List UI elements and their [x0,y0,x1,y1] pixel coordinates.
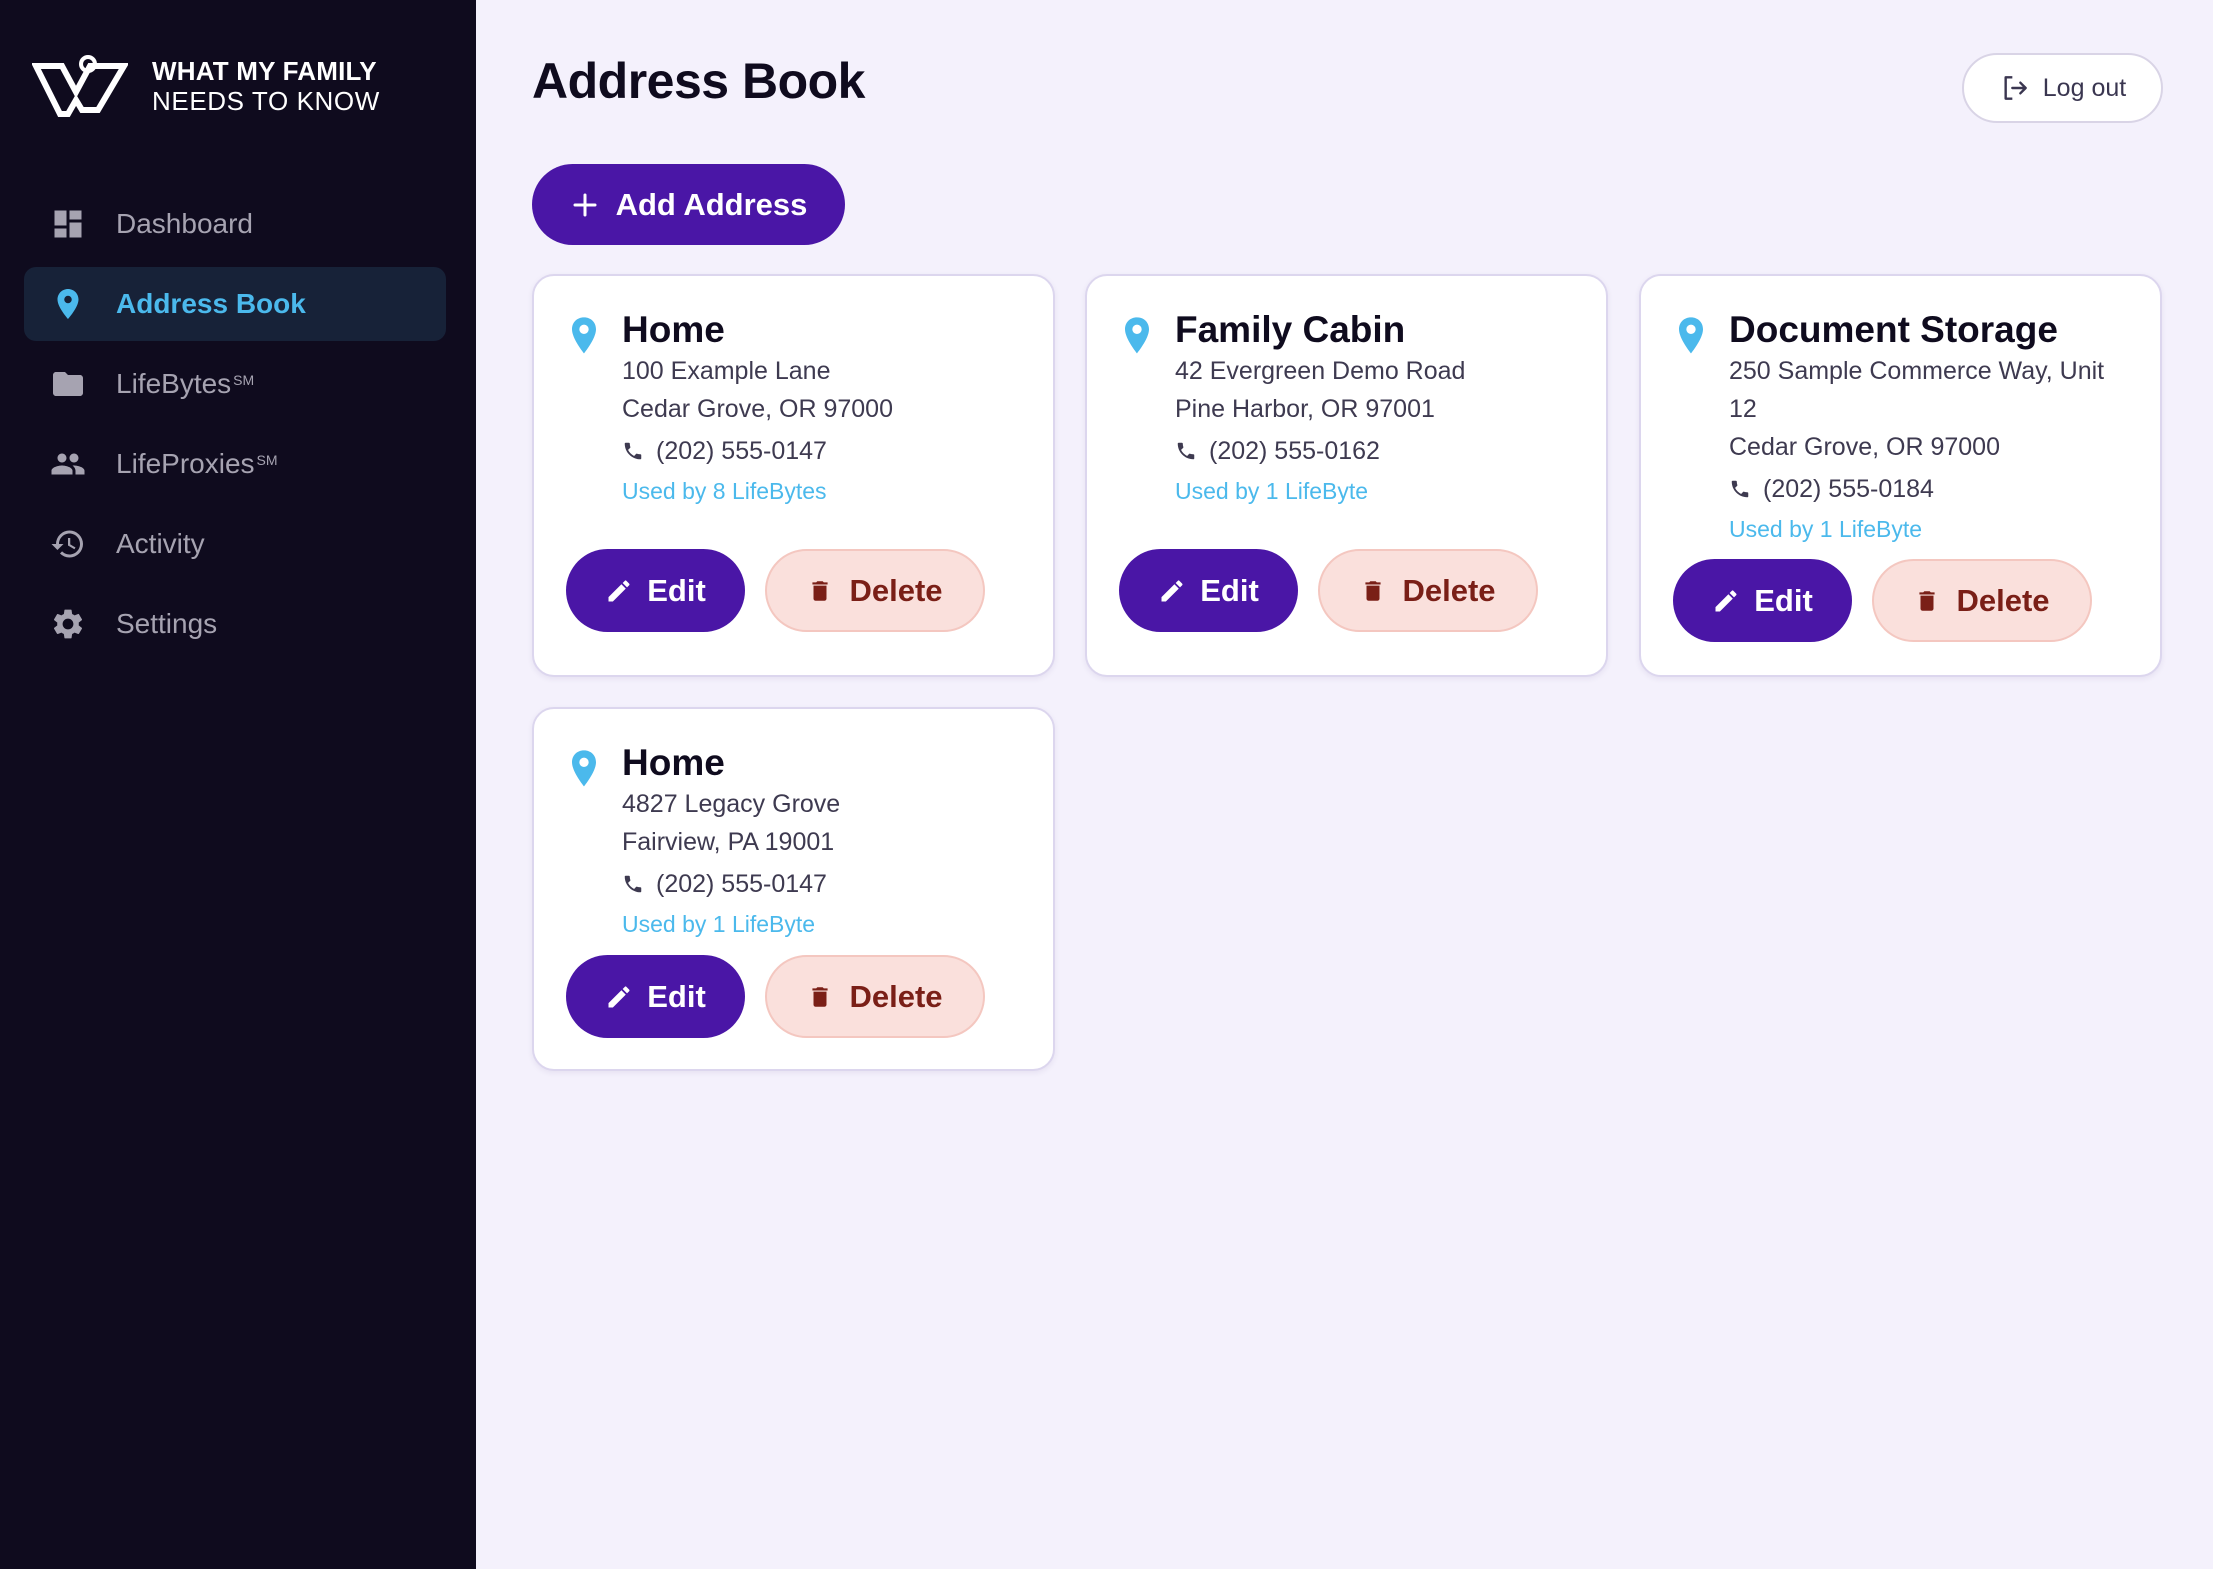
delete-button[interactable]: Delete [765,955,985,1038]
sidebar-item-lifeproxies[interactable]: LifeProxies SM [24,427,446,501]
sidebar-item-activity[interactable]: Activity [24,507,446,581]
card-actions: Edit Delete [566,955,985,1038]
address-name: Home [622,742,725,783]
trash-icon [1365,580,1382,601]
sidebar-nav: Dashboard Address Book LifeBytes SM LifeP… [24,187,446,667]
edit-label: Edit [647,572,706,608]
card-actions: Edit Delete [1673,559,2092,642]
edit-button[interactable]: Edit [566,955,745,1038]
delete-button[interactable]: Delete [765,549,985,632]
delete-label: Delete [849,572,943,608]
location-pin-icon [50,286,86,322]
address-card: Family Cabin 42 Evergreen Demo Road Pine… [1085,274,1608,677]
sidebar-item-label: LifeBytes [116,368,232,399]
phone-icon [624,442,642,460]
logout-icon [2004,76,2027,100]
location-pin-icon [572,750,596,787]
address-phone: (202) 555-0162 [1175,430,1586,472]
brand-name-line1: WHAT MY FAMILY [152,56,377,86]
phone-icon [1177,442,1195,460]
phone-number: (202) 555-0147 [656,437,827,465]
sidebar-item-label: Settings [116,608,218,639]
phone-icon [1731,480,1749,498]
phone-number: (202) 555-0147 [656,870,827,898]
service-mark: SM [256,452,278,468]
address-name: Family Cabin [1175,309,1406,350]
address-line: Pine Harbor, OR 97001 [1175,395,1435,423]
add-address-button[interactable]: Add Address [532,164,845,245]
delete-label: Delete [849,978,943,1014]
logout-button[interactable]: Log out [1962,53,2163,123]
trash-icon [812,986,829,1007]
address-phone: (202) 555-0184 [1729,468,2140,510]
dashboard-icon [50,206,86,242]
sidebar-item-label: Dashboard [116,208,253,239]
sidebar: WHAT MY FAMILY NEEDS TO KNOW Dashboard A… [0,0,476,1569]
phone-number: (202) 555-0184 [1763,475,1934,503]
sidebar-item-lifebytes[interactable]: LifeBytes SM [24,347,446,421]
service-mark: SM [233,372,255,388]
delete-label: Delete [1956,582,2050,618]
delete-button[interactable]: Delete [1872,559,2092,642]
brand-logo[interactable]: WHAT MY FAMILY NEEDS TO KNOW [32,54,380,118]
edit-button[interactable]: Edit [1673,559,1852,642]
address-line: 4827 Legacy Grove [622,790,841,818]
used-by-link[interactable]: Used by 1 LifeByte [1175,472,1586,510]
pencil-icon [608,985,630,1007]
trash-icon [812,580,829,601]
sidebar-item-label: LifeProxies [116,448,255,479]
gear-icon [50,606,86,642]
address-line: Cedar Grove, OR 97000 [1729,433,2000,461]
pencil-icon [1715,589,1737,611]
delete-button[interactable]: Delete [1318,549,1538,632]
sidebar-item-settings[interactable]: Settings [24,587,446,661]
used-by-link[interactable]: Used by 1 LifeByte [622,905,1033,943]
address-card: Home 100 Example Lane Cedar Grove, OR 97… [532,274,1055,677]
history-icon [50,526,86,562]
address-line: 250 Sample Commerce Way, Unit [1729,357,2105,385]
address-phone: (202) 555-0147 [622,863,1033,905]
address-line: 42 Evergreen Demo Road [1175,357,1466,385]
edit-label: Edit [1200,572,1259,608]
page-title: Address Book [532,53,865,109]
sidebar-item-dashboard[interactable]: Dashboard [24,187,446,261]
add-address-label: Add Address [615,186,808,222]
address-name: Home [622,309,725,350]
address-name: Document Storage [1729,309,2058,350]
used-by-link[interactable]: Used by 8 LifeBytes [622,472,1033,510]
delete-label: Delete [1402,572,1496,608]
address-line: 100 Example Lane [622,357,831,385]
phone-number: (202) 555-0162 [1209,437,1380,465]
brand-name-line2: NEEDS TO KNOW [152,86,380,116]
sidebar-item-address-book[interactable]: Address Book [24,267,446,341]
used-by-link[interactable]: Used by 1 LifeByte [1729,510,2140,548]
logo-mark-icon [32,55,128,117]
card-actions: Edit Delete [566,549,985,632]
location-pin-icon [1125,317,1149,354]
address-card: Home 4827 Legacy Grove Fairview, PA 1900… [532,707,1055,1071]
sidebar-item-label: Address Book [116,288,306,319]
address-line: 12 [1729,395,1757,423]
location-pin-icon [572,317,596,354]
pencil-icon [1161,579,1183,601]
edit-button[interactable]: Edit [1119,549,1298,632]
edit-label: Edit [1754,582,1813,618]
card-actions: Edit Delete [1119,549,1538,632]
logout-label: Log out [2042,73,2127,102]
plus-icon [573,193,597,216]
address-card: Document Storage 250 Sample Commerce Way… [1639,274,2162,677]
pencil-icon [608,579,630,601]
location-pin-icon [1679,317,1703,354]
address-line: Fairview, PA 19001 [622,828,835,856]
folder-icon [50,366,86,402]
trash-icon [1919,590,1936,611]
edit-button[interactable]: Edit [566,549,745,632]
people-icon [50,446,86,482]
phone-icon [624,875,642,893]
address-line: Cedar Grove, OR 97000 [622,395,893,423]
edit-label: Edit [647,978,706,1014]
address-phone: (202) 555-0147 [622,430,1033,472]
sidebar-item-label: Activity [116,528,205,559]
